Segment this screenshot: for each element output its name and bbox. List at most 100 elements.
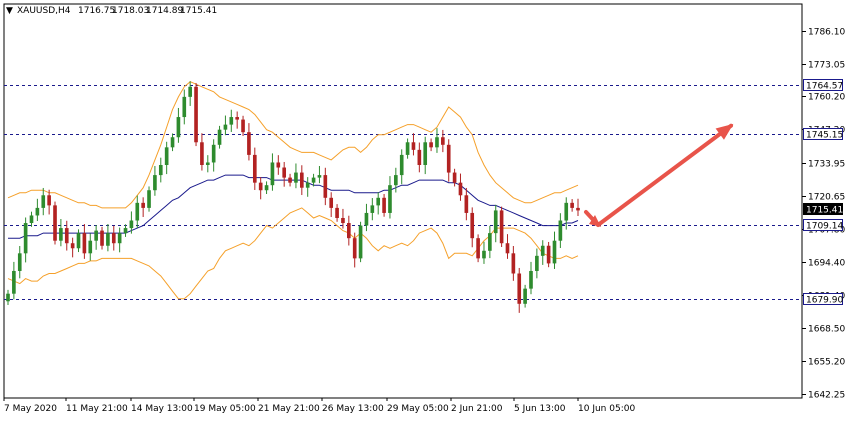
candle-body (170, 137, 175, 148)
candle-body (458, 182, 463, 196)
y-tick-label: 1720.65 (808, 193, 845, 203)
candle-body (76, 233, 81, 249)
price-chart[interactable]: 1786.101773.051760.201747.201733.951720.… (0, 0, 846, 419)
candle-body (488, 233, 492, 251)
candle-body (41, 195, 46, 208)
ohlc-close: 1715.41 (180, 6, 217, 16)
candle-body (252, 154, 257, 183)
candle-body (235, 117, 239, 120)
level-label: 1745.15 (806, 131, 843, 141)
y-tick-label: 1694.40 (808, 259, 845, 269)
x-tick-label: 5 Jun 13:00 (514, 404, 566, 414)
candle-body (493, 210, 498, 234)
candle-body (511, 253, 516, 274)
candle-body (211, 144, 216, 163)
candle-body (176, 117, 181, 138)
candle-body (223, 124, 228, 130)
candle-body (88, 240, 93, 254)
candle-body (164, 147, 169, 165)
candle-body (106, 233, 110, 246)
ohlc-low: 1714.89 (146, 6, 183, 16)
x-tick-label: 26 May 13:00 (322, 404, 384, 414)
candle-body (147, 190, 151, 208)
chart-title-icon: ▼ (6, 6, 13, 16)
x-tick-label: 19 May 05:00 (194, 404, 256, 414)
candle-body (141, 202, 145, 208)
moving-average-line (8, 174, 579, 239)
candle-body (229, 117, 234, 125)
candle-body (446, 144, 451, 173)
candle-body (123, 228, 128, 234)
candle-body (117, 233, 122, 244)
candle-body (6, 293, 10, 302)
candle-body (158, 164, 163, 176)
candle-body (188, 86, 192, 97)
y-tick-label: 1760.20 (808, 93, 845, 103)
y-tick-label: 1655.20 (808, 358, 845, 368)
x-tick-label: 14 May 13:00 (131, 404, 193, 414)
chart-area[interactable]: 1786.101773.051760.201747.201733.951720.… (0, 0, 846, 419)
y-tick-label: 1773.05 (808, 61, 845, 71)
candle-body (311, 177, 316, 183)
candle-body (129, 220, 134, 229)
candle-body (347, 223, 351, 239)
x-tick-label: 11 May 21:00 (66, 404, 128, 414)
candle-body (217, 129, 222, 145)
candle-body (429, 142, 433, 148)
candle-body (329, 197, 334, 208)
y-tick-label: 1642.25 (808, 391, 845, 401)
candle-body (29, 215, 34, 224)
candle-body (540, 245, 545, 256)
candle-body (364, 212, 369, 226)
candle-body (388, 185, 392, 213)
candle-body (464, 195, 469, 213)
candle-body (47, 195, 51, 206)
candle-body (70, 243, 75, 249)
candle-body (94, 230, 98, 241)
candle-body (482, 250, 486, 259)
candle-body (294, 172, 298, 183)
candle-body (417, 149, 422, 165)
symbol-label: XAUUSD,H4 (17, 6, 71, 16)
candle-body (276, 162, 281, 168)
candle-body (523, 288, 527, 304)
candle-body (12, 270, 16, 294)
candle-body (205, 162, 210, 165)
candle-body (552, 240, 557, 264)
candle-body (376, 197, 381, 206)
candle-body (476, 238, 480, 259)
annotation-arrow (584, 123, 733, 227)
candle-body (35, 207, 40, 216)
candle-body (135, 202, 140, 221)
candle-body (517, 273, 522, 304)
candle-body (558, 220, 563, 241)
candle-body (423, 142, 428, 165)
candle-body (341, 217, 345, 224)
x-tick-label: 21 May 21:00 (258, 404, 320, 414)
candle-body (282, 167, 287, 178)
x-tick-label: 10 Jun 05:00 (578, 404, 635, 414)
candle-body (258, 182, 263, 191)
candle-body (535, 255, 539, 271)
candle-body (247, 132, 251, 155)
candle-body (59, 228, 63, 241)
candle-body (411, 142, 416, 150)
x-tick-label: 29 May 05:00 (387, 404, 449, 414)
candle-body (153, 175, 157, 191)
candle-body (546, 245, 551, 264)
candle-body (288, 177, 292, 183)
level-label: 1679.90 (806, 296, 843, 306)
candle-body (53, 205, 57, 241)
x-tick-label: 7 May 2020 (4, 404, 57, 414)
candle-body (435, 137, 439, 148)
candle-body (529, 270, 533, 289)
candle-body (182, 96, 187, 118)
candle-body (323, 175, 328, 198)
candle-body (241, 119, 245, 133)
upper-band-line (7, 81, 579, 209)
candle-body (264, 185, 269, 191)
candle-body (299, 172, 304, 188)
candle-body (111, 233, 116, 244)
candle-body (358, 225, 363, 259)
candle-body (64, 228, 69, 244)
